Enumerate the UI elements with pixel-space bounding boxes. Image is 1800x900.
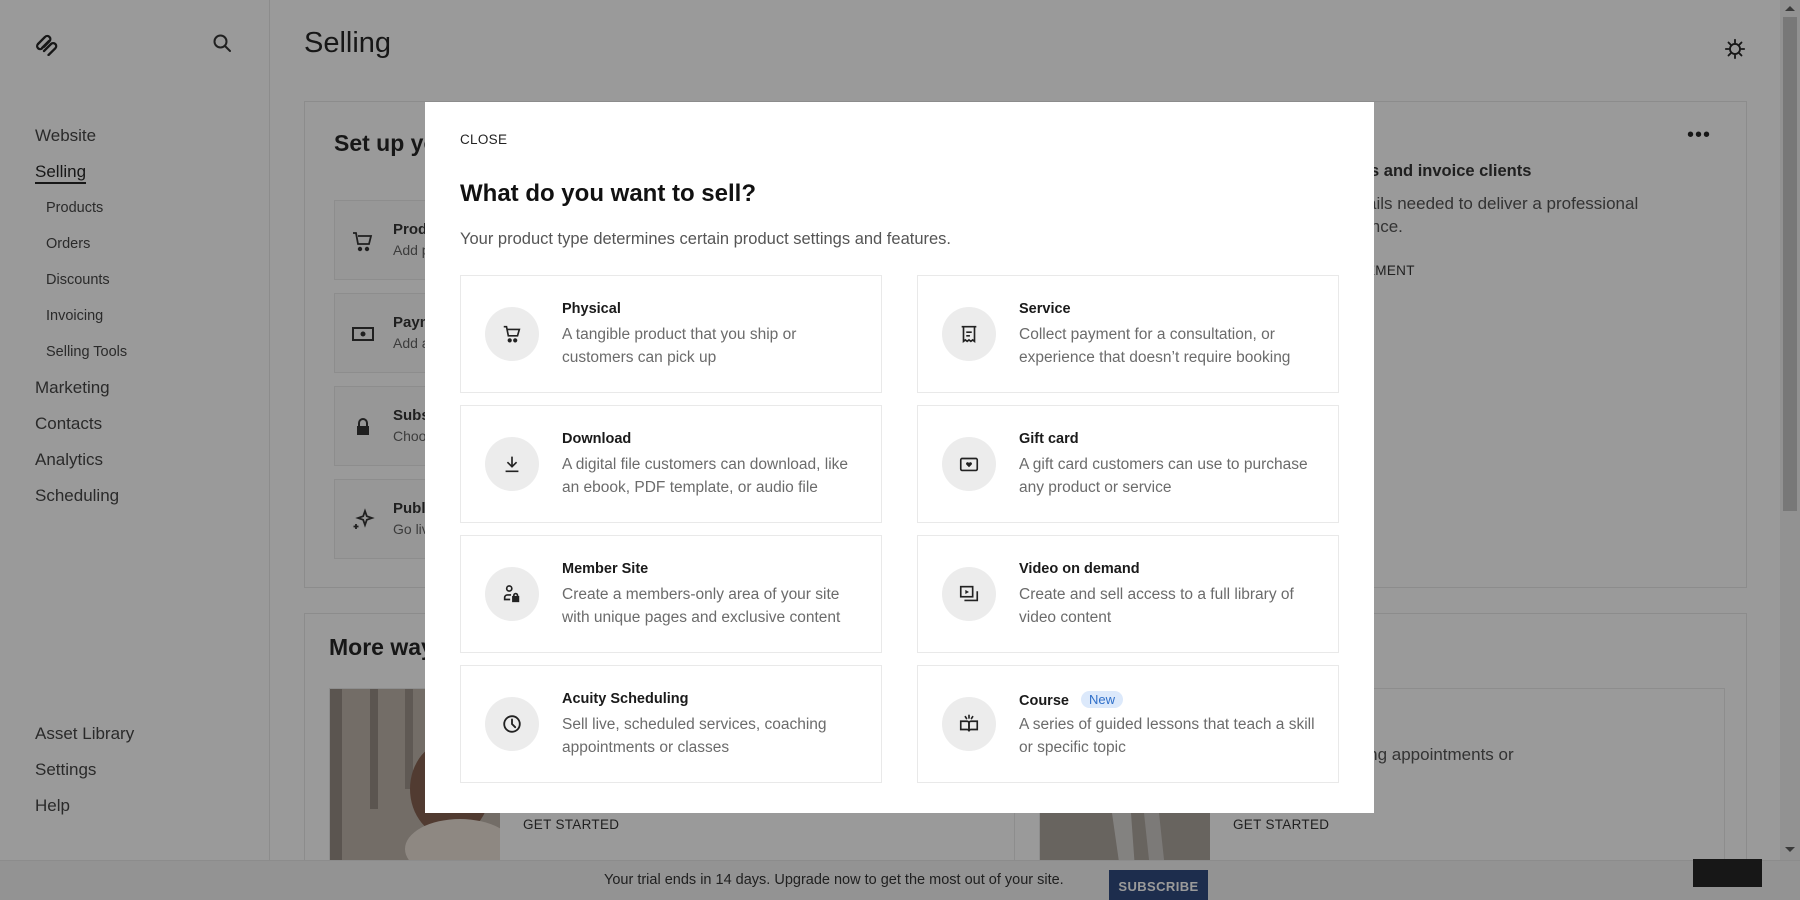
product-type-modal: CLOSE What do you want to sell? Your pro… — [425, 102, 1374, 813]
download-icon — [505, 456, 519, 473]
member-lock-icon — [503, 585, 520, 603]
option-title: Member Site — [562, 561, 649, 577]
option-desc: A series of guided lessons that teach a … — [1019, 716, 1315, 756]
option-desc: Sell live, scheduled services, coaching … — [562, 716, 827, 756]
option-title: Course New — [1019, 691, 1123, 709]
option-service[interactable]: Service Collect payment for a consultati… — [917, 275, 1339, 393]
option-title: Service — [1019, 301, 1071, 317]
option-desc: Create a members-only area of your site … — [562, 586, 841, 626]
option-icon-circle — [485, 697, 539, 751]
clock-icon — [503, 715, 521, 733]
option-desc: A digital file customers can download, l… — [562, 456, 849, 496]
option-icon-circle — [942, 697, 996, 751]
option-title-text: Course — [1019, 693, 1069, 709]
option-icon-circle — [485, 437, 539, 491]
option-icon-circle — [485, 307, 539, 361]
cart-icon — [503, 325, 521, 343]
option-title: Video on demand — [1019, 561, 1140, 577]
new-badge: New — [1080, 691, 1123, 708]
modal-subtitle: Your product type determines certain pro… — [460, 230, 952, 248]
option-gift-card[interactable]: Gift card A gift card customers can use … — [917, 405, 1339, 523]
option-title: Download — [562, 431, 632, 447]
option-desc: A gift card customers can use to purchas… — [1019, 456, 1308, 496]
option-course[interactable]: Course New A series of guided lessons tha… — [917, 665, 1339, 783]
option-icon-circle — [942, 437, 996, 491]
option-icon-circle — [485, 567, 539, 621]
close-button[interactable]: CLOSE — [460, 132, 507, 147]
option-acuity-scheduling[interactable]: Acuity Scheduling Sell live, scheduled s… — [460, 665, 882, 783]
option-desc: A tangible product that you ship or cust… — [562, 326, 797, 366]
option-desc: Collect payment for a consultation, or e… — [1019, 326, 1291, 366]
receipt-icon — [961, 325, 977, 343]
option-icon-circle — [942, 307, 996, 361]
option-title: Gift card — [1019, 431, 1079, 447]
book-icon — [959, 714, 979, 732]
option-desc: Create and sell access to a full library… — [1019, 586, 1294, 626]
option-physical[interactable]: Physical A tangible product that you shi… — [460, 275, 882, 393]
option-download[interactable]: Download A digital file customers can do… — [460, 405, 882, 523]
video-library-icon — [959, 585, 979, 602]
option-member-site[interactable]: Member Site Create a members-only area o… — [460, 535, 882, 653]
option-video-on-demand[interactable]: Video on demand Create and sell access t… — [917, 535, 1339, 653]
option-title: Physical — [562, 301, 621, 317]
option-title: Acuity Scheduling — [562, 691, 689, 707]
option-icon-circle — [942, 567, 996, 621]
modal-title: What do you want to sell? — [460, 180, 756, 207]
gift-card-icon — [959, 457, 979, 472]
